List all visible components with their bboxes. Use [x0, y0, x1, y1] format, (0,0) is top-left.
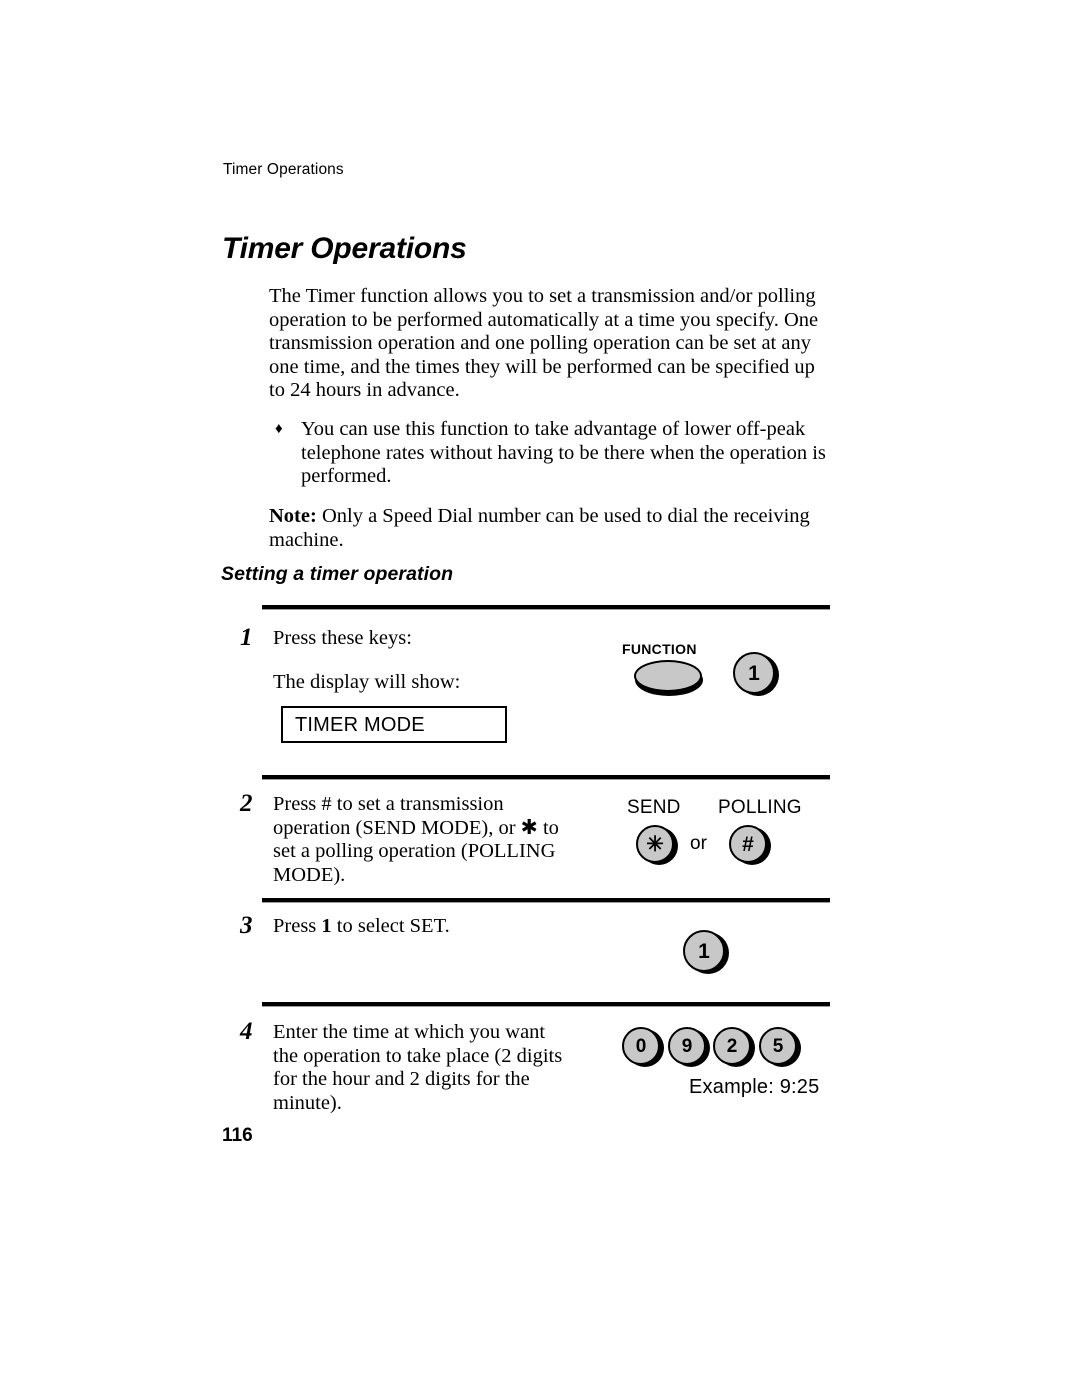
step-divider-3 — [262, 898, 830, 902]
example-caption: Example: 9:25 — [689, 1076, 820, 1098]
page-number: 116 — [222, 1125, 253, 1146]
key-label-send: SEND — [627, 797, 681, 818]
keypad-key-5[interactable]: 5 — [759, 1027, 797, 1065]
step-text-1-secondary: The display will show: — [273, 671, 461, 693]
keypad-key-2[interactable]: 2 — [713, 1027, 751, 1065]
bullet-list-item: ♦ You can use this function to take adva… — [275, 418, 831, 489]
note-text: Only a Speed Dial number can be used to … — [269, 505, 810, 551]
step-divider-4 — [262, 1002, 830, 1006]
key-label-polling: POLLING — [718, 797, 802, 818]
key-label-function: FUNCTION — [622, 641, 697, 657]
keypad-key-9[interactable]: 9 — [668, 1027, 706, 1065]
keypad-key-1-step3[interactable]: 1 — [683, 930, 725, 972]
step-text-1: Press these keys: — [273, 627, 412, 649]
note-paragraph: Note: Only a Speed Dial number can be us… — [269, 505, 829, 552]
running-header: Timer Operations — [223, 161, 344, 178]
keypad-key-hash[interactable]: # — [729, 825, 767, 863]
step-text-3-after: to select SET. — [331, 915, 450, 937]
step-text-3: Press 1 to select SET. — [273, 915, 573, 939]
keypad-key-1[interactable]: 1 — [733, 652, 775, 694]
step-text-2: Press # to set a transmission operation … — [273, 793, 559, 886]
key-connector-or: or — [690, 833, 707, 854]
step-text-4: Enter the time at which you want the ope… — [273, 1021, 563, 1114]
step-divider-2 — [262, 775, 830, 779]
step-number-3: 3 — [240, 912, 253, 939]
step-number-1: 1 — [240, 624, 253, 651]
intro-paragraph: The Timer function allows you to set a t… — [269, 285, 819, 402]
section-heading: Setting a timer operation — [221, 563, 454, 585]
function-key[interactable] — [634, 660, 702, 692]
page-title: Timer Operations — [222, 232, 467, 265]
bullet-item-text: You can use this function to take advant… — [301, 418, 826, 488]
step-divider-1 — [262, 605, 830, 609]
lcd-display: TIMER MODE — [281, 706, 507, 743]
note-label: Note: — [269, 505, 317, 527]
diamond-bullet-icon: ♦ — [275, 421, 283, 437]
step-text-3-before: Press — [273, 915, 322, 937]
step-text-3-bold: 1 — [321, 915, 332, 937]
step-number-2: 2 — [240, 790, 253, 817]
lcd-display-text: TIMER MODE — [295, 714, 425, 736]
keypad-key-asterisk[interactable]: ✳ — [636, 825, 674, 863]
keypad-key-0[interactable]: 0 — [622, 1027, 660, 1065]
document-page: Timer Operations Timer Operations The Ti… — [0, 0, 1080, 1397]
step-number-4: 4 — [240, 1018, 253, 1045]
